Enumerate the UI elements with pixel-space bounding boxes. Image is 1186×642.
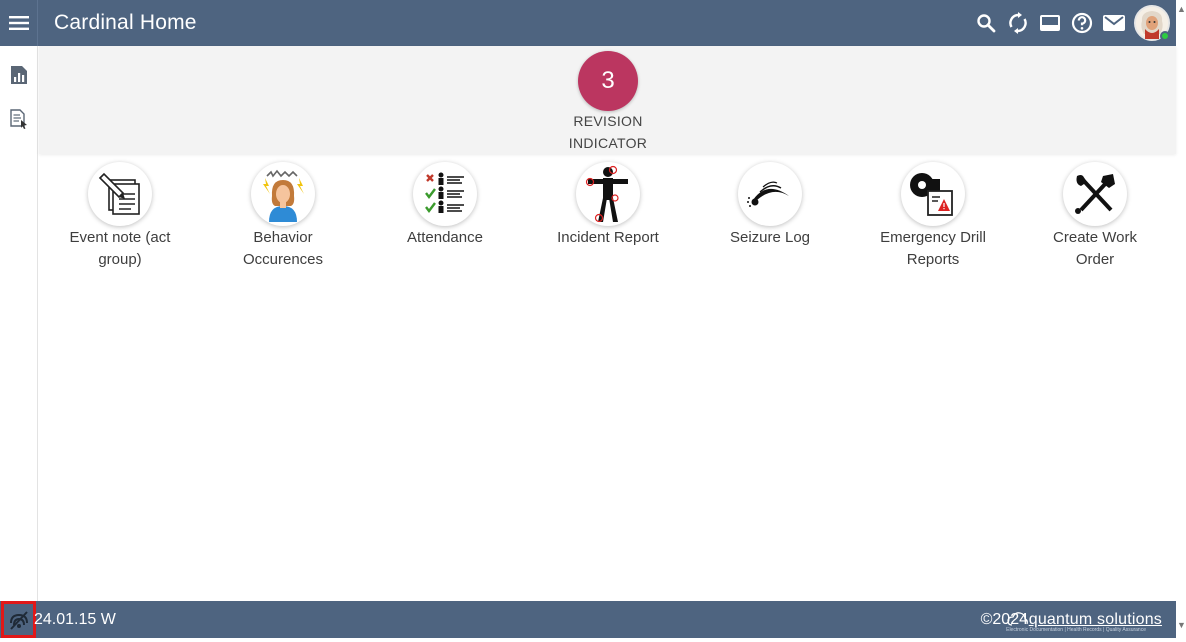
search-button[interactable] <box>970 0 1002 46</box>
work-order-icon <box>1063 162 1127 226</box>
tile-attendance[interactable]: Attendance <box>370 162 520 249</box>
emergency-drill-icon <box>901 162 965 226</box>
sync-icon <box>1009 12 1027 34</box>
footer-bar: 24.01.15 W ©2024 quantum solutions Elect… <box>0 601 1176 638</box>
tile-create-work-order[interactable]: Create Work Order <box>1020 162 1170 271</box>
help-icon <box>1071 12 1093 34</box>
sidebar-item-reports[interactable] <box>9 64 29 86</box>
module-tiles: Event note (act group) Behavior Occurenc… <box>39 162 1176 282</box>
tile-event-note[interactable]: Event note (act group) <box>45 162 195 271</box>
sidebar-item-documents[interactable] <box>9 108 29 130</box>
header-actions <box>970 0 1170 46</box>
connection-off-icon <box>9 610 28 630</box>
display-button[interactable] <box>1034 0 1066 46</box>
revision-banner: 3 REVISION INDICATOR <box>39 46 1176 154</box>
document-pointer-icon <box>10 109 27 129</box>
brand-logo[interactable]: quantum solutions Electronic Documentati… <box>1006 607 1162 633</box>
tile-label: Event note (act group) <box>69 229 171 268</box>
report-chart-icon <box>11 66 27 84</box>
hamburger-icon <box>8 16 29 30</box>
attendance-icon <box>413 162 477 226</box>
page-title: Cardinal Home <box>54 11 197 34</box>
incident-report-icon <box>576 162 640 226</box>
online-status-dot <box>1160 31 1170 41</box>
tile-label: Seizure Log <box>729 229 811 246</box>
help-button[interactable] <box>1066 0 1098 46</box>
left-sidebar <box>0 46 38 601</box>
sync-button[interactable] <box>1002 0 1034 46</box>
seizure-log-icon <box>738 162 802 226</box>
search-icon <box>977 14 996 33</box>
mail-button[interactable] <box>1098 0 1130 46</box>
menu-button[interactable] <box>0 0 38 46</box>
tile-emergency-drill-reports[interactable]: Emergency Drill Reports <box>858 162 1008 271</box>
revision-count-badge[interactable]: 3 <box>578 51 638 111</box>
tile-incident-report[interactable]: Incident Report <box>533 162 683 249</box>
tile-label: Behavior Occurences <box>242 229 324 268</box>
revision-label: REVISION INDICATOR <box>568 113 648 151</box>
user-avatar[interactable] <box>1134 5 1170 41</box>
tile-label: Create Work Order <box>1053 229 1137 268</box>
connection-status-button[interactable] <box>1 601 36 638</box>
top-header: Cardinal Home <box>0 0 1176 46</box>
tile-label: Incident Report <box>557 229 659 246</box>
app-version: 24.01.15 W <box>34 611 116 628</box>
scroll-up-arrow-icon[interactable]: ▲ <box>1177 4 1186 14</box>
tile-label: Attendance <box>407 229 483 246</box>
brand-tagline: Electronic Documentation | Health Record… <box>1006 627 1146 633</box>
tile-label: Emergency Drill Reports <box>880 229 986 268</box>
scroll-down-arrow-icon[interactable]: ▼ <box>1177 620 1186 630</box>
tile-behavior-occurences[interactable]: Behavior Occurences <box>208 162 358 271</box>
app-window: Cardinal Home ▲ ▼ 3 REVISION INDICATOR E… <box>0 0 1186 642</box>
vertical-scrollbar[interactable]: ▲ ▼ <box>1176 0 1186 642</box>
tile-seizure-log[interactable]: Seizure Log <box>695 162 845 249</box>
mail-icon <box>1103 15 1125 31</box>
event-note-icon <box>88 162 152 226</box>
display-icon <box>1040 15 1060 31</box>
behavior-icon <box>251 162 315 226</box>
